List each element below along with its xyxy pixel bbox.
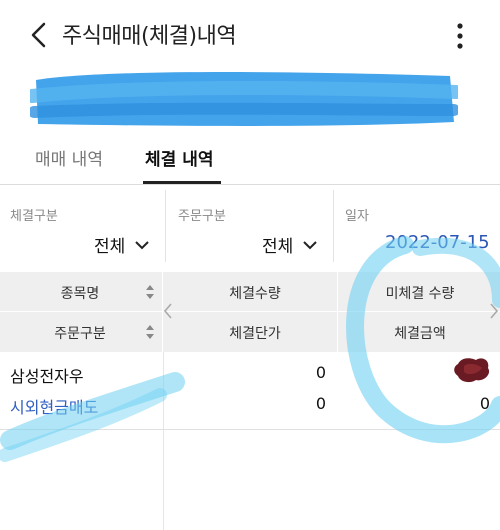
sort-icon[interactable] <box>145 284 155 300</box>
filter-divider <box>333 190 334 262</box>
header-row-separator <box>0 311 500 312</box>
order-type-cell[interactable]: 시외현금매도 <box>10 394 98 418</box>
execution-type-value: 전체 <box>94 237 126 257</box>
header-stock-name[interactable]: 종목명 <box>40 283 120 303</box>
filter-bar <box>0 185 500 267</box>
scroll-left-icon[interactable] <box>163 302 173 320</box>
header-exec-price: 체결단가 <box>229 326 281 342</box>
sort-icon[interactable] <box>145 324 155 340</box>
date-picker[interactable]: 2022-07-15 <box>385 232 490 253</box>
order-type-label: 주문구분 <box>178 209 226 224</box>
header-exec-qty: 체결수량 <box>229 286 281 302</box>
exec-qty-cell: 0 <box>315 363 326 382</box>
filter-divider <box>165 190 166 262</box>
order-type-value: 전체 <box>262 237 294 257</box>
redaction-blot <box>454 358 490 383</box>
date-label: 일자 <box>345 209 369 224</box>
stock-name-cell[interactable]: 삼성전자우 <box>10 363 84 387</box>
header-col-divider <box>337 272 338 352</box>
row-separator <box>0 429 500 430</box>
page-title: 주식매매(체결)내역 <box>62 24 237 49</box>
header-order-type[interactable]: 주문구분 <box>40 323 120 343</box>
header-exec-amount: 체결금액 <box>394 326 446 342</box>
exec-price-cell: 0 <box>315 394 326 413</box>
more-options-icon[interactable] <box>451 20 469 52</box>
chevron-down-icon <box>135 240 149 249</box>
header-unexec-qty: 미체결 수량 <box>385 286 455 302</box>
execution-type-select[interactable]: 전체 <box>94 232 149 257</box>
fixed-column-divider <box>163 352 164 530</box>
tab-trade-history[interactable]: 매매 내역 <box>35 145 103 170</box>
redacted-account-info <box>30 72 458 126</box>
order-type-select[interactable]: 전체 <box>262 232 317 257</box>
back-arrow-icon[interactable] <box>28 22 50 48</box>
chevron-down-icon <box>303 240 317 249</box>
execution-type-label: 체결구분 <box>10 209 58 224</box>
scroll-right-icon[interactable] <box>489 302 499 320</box>
tab-execution-history[interactable]: 체결 내역 <box>145 145 213 170</box>
exec-amount-cell: 0 <box>479 394 490 413</box>
